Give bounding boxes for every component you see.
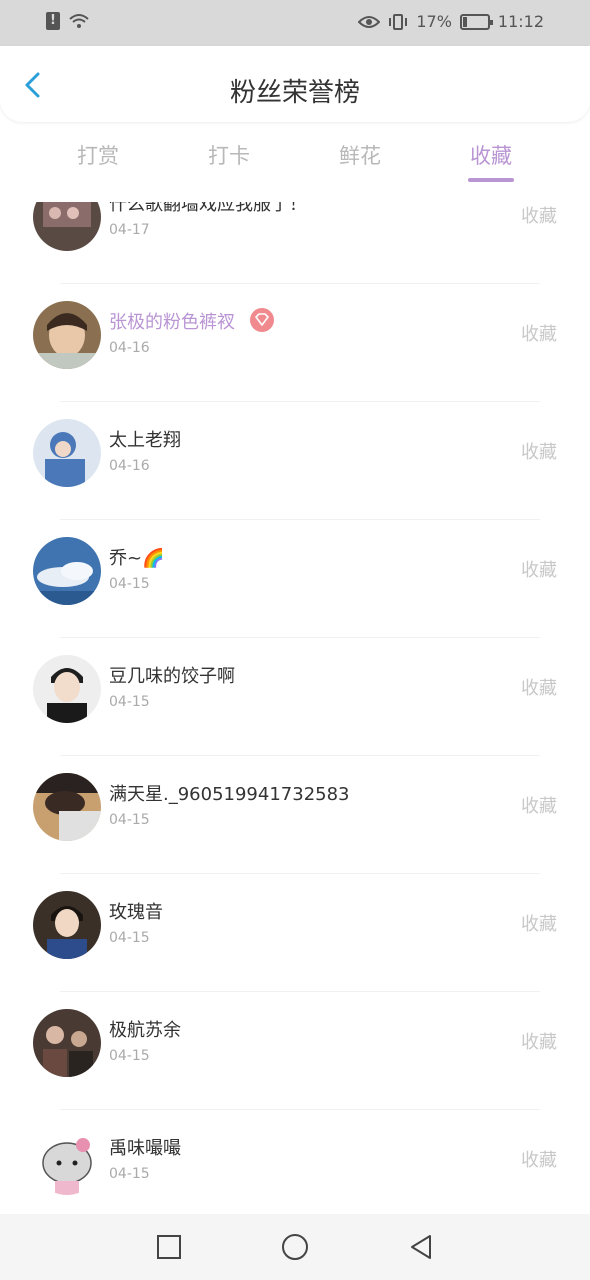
status-bar: ! 17% 11:12 (0, 0, 590, 46)
item-date: 04-15 (109, 576, 150, 592)
wifi-icon (69, 14, 89, 28)
favorite-action[interactable]: 收藏 (521, 202, 557, 228)
tab-reward[interactable]: 打赏 (53, 140, 143, 170)
tab-flowers[interactable]: 鲜花 (315, 140, 405, 170)
back-nav-button[interactable] (406, 1232, 436, 1262)
item-date: 04-15 (109, 1048, 150, 1064)
tab-checkin[interactable]: 打卡 (184, 140, 274, 170)
list-item[interactable]: 豆几味的饺子啊 04-15 收藏 (0, 638, 590, 756)
header: 粉丝荣誉榜 (0, 46, 590, 122)
user-name: 什么歌翻墙戏应我服了！ (109, 202, 307, 215)
favorite-action[interactable]: 收藏 (521, 438, 557, 464)
avatar (33, 419, 101, 487)
battery-percent: 17% (416, 12, 452, 31)
avatar (33, 537, 101, 605)
user-name: 满天星._960519941732583 (109, 784, 350, 805)
alert-icon: ! (46, 12, 60, 30)
item-date: 04-17 (109, 222, 150, 238)
avatar (33, 1127, 101, 1195)
user-name: 禹味嘬嘬 (109, 1138, 181, 1159)
user-name: 太上老翔 (109, 430, 181, 451)
list-item[interactable]: 禹味嘬嘬 04-15 收藏 (0, 1110, 590, 1214)
list-item[interactable]: 极航苏余 04-15 收藏 (0, 992, 590, 1110)
active-tab-indicator (468, 178, 514, 182)
item-date: 04-15 (109, 1166, 150, 1182)
tab-favorites[interactable]: 收藏 (446, 140, 536, 170)
list-item[interactable]: 满天星._960519941732583 04-15 收藏 (0, 756, 590, 874)
favorite-action[interactable]: 收藏 (521, 320, 557, 346)
item-date: 04-15 (109, 930, 150, 946)
fan-list: 什么歌翻墙戏应我服了！ 04-17 收藏 张极的粉色裤衩 04-16 收藏 太上… (0, 202, 590, 1214)
page-title: 粉丝荣誉榜 (229, 78, 360, 108)
avatar (33, 891, 101, 959)
user-name: 玫瑰音 (109, 902, 163, 923)
home-button[interactable] (280, 1232, 310, 1262)
user-name: 张极的粉色裤衩 (109, 312, 235, 333)
favorite-action[interactable]: 收藏 (521, 792, 557, 818)
list-item[interactable]: 太上老翔 04-16 收藏 (0, 402, 590, 520)
avatar (33, 773, 101, 841)
avatar (33, 1009, 101, 1077)
list-item[interactable]: 张极的粉色裤衩 04-16 收藏 (0, 284, 590, 402)
avatar (33, 301, 101, 369)
user-name: 极航苏余 (109, 1020, 181, 1041)
favorite-action[interactable]: 收藏 (521, 1146, 557, 1172)
user-name: 豆几味的饺子啊 (109, 666, 235, 687)
favorite-action[interactable]: 收藏 (521, 1028, 557, 1054)
tab-bar: 打赏 打卡 鲜花 收藏 (0, 130, 590, 188)
circle-icon (282, 1234, 308, 1260)
item-date: 04-15 (109, 812, 150, 828)
favorite-action[interactable]: 收藏 (521, 556, 557, 582)
list-item[interactable]: 乔~🌈 04-15 收藏 (0, 520, 590, 638)
list-item[interactable]: 什么歌翻墙戏应我服了！ 04-17 收藏 (0, 202, 590, 284)
square-icon (157, 1235, 181, 1259)
battery-icon (459, 13, 493, 30)
list-item[interactable]: 玫瑰音 04-15 收藏 (0, 874, 590, 992)
avatar (33, 655, 101, 723)
diamond-badge-icon (250, 308, 274, 332)
favorite-action[interactable]: 收藏 (521, 674, 557, 700)
item-date: 04-16 (109, 458, 150, 474)
item-date: 04-16 (109, 340, 150, 356)
system-nav-bar (0, 1214, 590, 1280)
item-date: 04-15 (109, 694, 150, 710)
triangle-back-icon (411, 1235, 431, 1259)
favorite-action[interactable]: 收藏 (521, 910, 557, 936)
recent-apps-button[interactable] (154, 1232, 184, 1262)
eye-icon (358, 15, 381, 28)
vibrate-icon (389, 13, 408, 30)
user-name: 乔~🌈 (109, 548, 165, 569)
clock: 11:12 (497, 12, 544, 31)
avatar (33, 202, 101, 251)
